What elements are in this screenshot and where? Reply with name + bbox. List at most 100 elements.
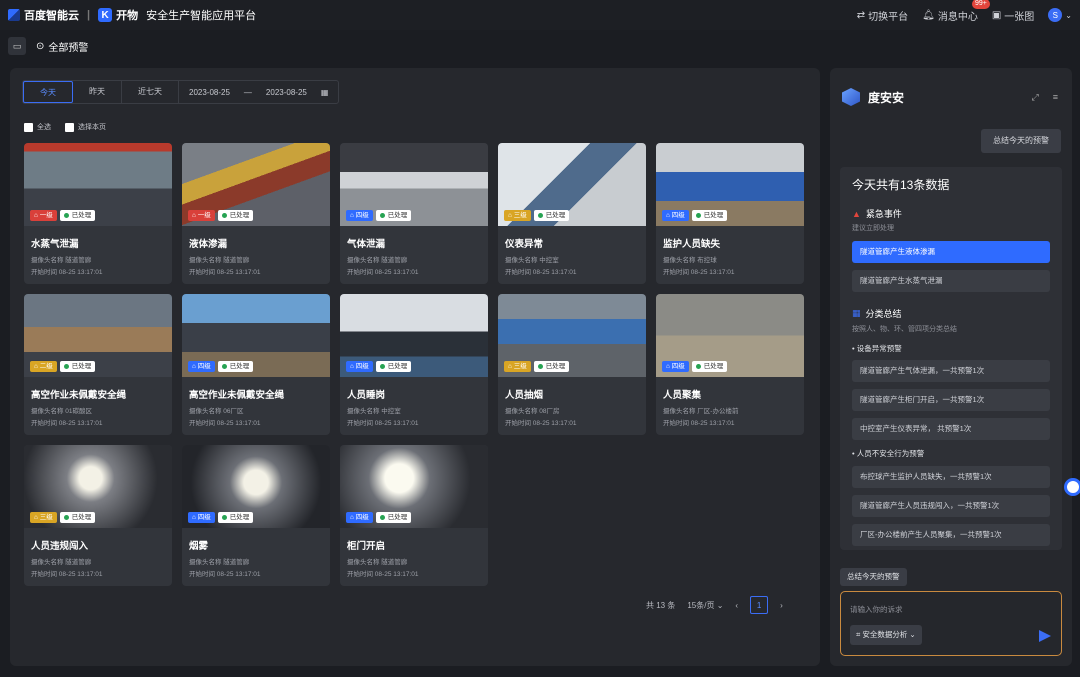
level-badge: ⌂ 四级 (188, 512, 215, 523)
home-icon: ⌂ (192, 363, 196, 370)
alert-card[interactable]: ⌂ 一级 已处理 水蒸气泄漏 摄像头名称 隧道管廊 开始时间 08-25 13:17:0… (24, 143, 172, 284)
alert-card[interactable]: ⌂ 四级 已处理 监护人员缺失 摄像头名称 布控球 开始时间 08-25 13:17:0… (656, 143, 804, 284)
prev-page-icon[interactable]: ‹ (735, 601, 738, 610)
category-title-text: 分类总结 (865, 309, 902, 319)
people-heading-text: 人员不安全行为预警 (856, 449, 925, 458)
summary-item[interactable]: 厂区-办公楼前产生人员聚集，一共预警1次 (852, 524, 1050, 546)
next-page-icon[interactable]: › (780, 601, 783, 610)
alert-snapshot[interactable]: ⌂ 四级 已处理 (340, 445, 488, 528)
assistant-panel: 度安安 ⤢ ≡ 总结今天的预警 今天共有13条数据 ▲ 紧急事件 建议立即处理 隧… (830, 68, 1072, 666)
alert-card[interactable]: ⌂ 四级 已处理 人员睡岗 摄像头名称 中控室 开始时间 08-25 13:17:01 (340, 294, 488, 435)
start-time: 开始时间 08-25 13:17:01 (31, 420, 103, 427)
alert-snapshot[interactable]: ⌂ 四级 已处理 (182, 294, 330, 377)
monitor-toggle-button[interactable]: ▭ (8, 37, 26, 55)
switch-platform-button[interactable]: ⇄ 切换平台 (857, 8, 908, 23)
urgent-item[interactable]: 隧道管廊产生水蒸气泄漏 (852, 270, 1050, 292)
checkbox-box-icon (65, 122, 74, 132)
status-badge: 已处理 (217, 361, 254, 372)
alert-snapshot[interactable]: ⌂ 四级 已处理 (340, 143, 488, 226)
message-center-button[interactable]: 🔔︎ 消息中心 99+ (922, 0, 990, 23)
summary-item[interactable]: 布控球产生监护人员缺失，一共预警1次 (852, 466, 1050, 488)
level-badge: ⌂ 四级 (346, 210, 373, 221)
chevron-down-icon: ⌄ (1065, 10, 1072, 20)
home-icon: ⌂ (350, 363, 354, 370)
alert-card[interactable]: ⌂ 四级 已处理 高空作业未佩戴安全绳 摄像头名称 06厂区 开始时间 08-25 13… (182, 294, 330, 435)
status-badge: 已处理 (217, 512, 254, 523)
status-badge: 已处理 (217, 210, 254, 221)
home-icon: ⌂ (192, 514, 196, 521)
floating-assistant-icon[interactable] (1064, 478, 1080, 496)
selection-controls: 全选 选择本页 (24, 122, 106, 132)
switch-icon: ⇄ (856, 9, 866, 21)
alert-snapshot[interactable]: ⌂ 三级 已处理 (24, 445, 172, 528)
tab-today[interactable]: 今天 (23, 81, 73, 103)
alert-card[interactable]: ⌂ 四级 已处理 人员聚集 摄像头名称 厂区-办公楼前 开始时间 08-25 13:17… (656, 294, 804, 435)
page-size-select[interactable]: 15条/页 ⌄ (687, 600, 723, 611)
alert-card[interactable]: ⌂ 二级 已处理高空作业未佩戴安全绳摄像头名称 01碳酸区开始时间 08-25 1… (24, 294, 172, 435)
alert-snapshot[interactable]: ⌂ 二级 已处理 (24, 294, 172, 377)
alert-card[interactable]: ⌂ 四级 已处理 柜门开启 摄像头名称 隧道管廊 开始时间 08-25 13:17:01 (340, 445, 488, 586)
status-badge: 已处理 (375, 512, 412, 523)
send-icon[interactable] (1039, 630, 1051, 642)
alert-card[interactable]: ⌂ 三级 已处理 仪表异常 摄像头名称 中控室 开始时间 08-25 13:17:01 (498, 143, 646, 284)
camera-name: 摄像头名称 隧道管廊 (347, 559, 408, 566)
alert-card[interactable]: ⌂ 三级 已处理 人员抽烟 摄像头名称 08厂房 开始时间 08-25 13:17:01 (498, 294, 646, 435)
date-separator: — (243, 87, 252, 97)
message-count-badge: 99+ (971, 0, 990, 9)
tab-last-seven-days[interactable]: 近七天 (122, 81, 179, 103)
alert-card[interactable]: ⌂ 三级 已处理 人员违规闯入 摄像头名称 隧道管廊 开始时间 08-25 13:17:… (24, 445, 172, 586)
menu-icon[interactable]: ≡ (1053, 92, 1058, 103)
mode-select-value: 安全数据分析 (862, 630, 908, 639)
start-time: 开始时间 08-25 13:17:01 (31, 269, 103, 276)
expand-icon[interactable]: ⤢ (1032, 92, 1039, 103)
alert-snapshot[interactable]: ⌂ 四级 已处理 (656, 143, 804, 226)
summary-item[interactable]: 隧道管廊产生柜门开启，一共预警1次 (852, 389, 1050, 411)
alert-title: 人员聚集 (663, 390, 702, 401)
overview-map-label: 一张图 (1004, 11, 1035, 23)
home-icon: ⌂ (666, 363, 670, 370)
alert-snapshot[interactable]: ⌂ 三级 已处理 (498, 294, 646, 377)
summary-item[interactable]: 中控室产生仪表异常， 共预警1次 (852, 418, 1050, 440)
checkbox-box-icon (24, 122, 33, 132)
select-page-checkbox[interactable]: 选择本页 (65, 122, 106, 132)
select-all-checkbox[interactable]: 全选 (24, 122, 51, 132)
category-section-subtitle: 按照人、物、环、管四项分类总结 (852, 326, 957, 333)
alert-snapshot[interactable]: ⌂ 三级 已处理 (498, 143, 646, 226)
alert-snapshot[interactable]: ⌂ 四级 已处理 (182, 445, 330, 528)
alert-title: 高空作业未佩戴安全绳 (31, 390, 127, 401)
level-badge: ⌂ 一级 (30, 210, 57, 221)
start-time: 开始时间 08-25 13:17:01 (189, 420, 261, 427)
date-range-picker[interactable]: 2023-08-25 — 2023-08-25 ▦ (179, 88, 338, 97)
overview-map-button[interactable]: ▣ 一张图 (992, 8, 1034, 23)
alert-snapshot[interactable]: ⌂ 四级 已处理 (656, 294, 804, 377)
response-headline: 今天共有13条数据 (852, 178, 950, 192)
urgent-item[interactable]: 隧道管廊产生液体渗漏 (852, 241, 1050, 263)
start-time: 开始时间 08-25 13:17:01 (189, 571, 261, 578)
summary-item[interactable]: 隧道管廊产生人员违规闯入，一共预警1次 (852, 495, 1050, 517)
suggestion-chip[interactable]: 总结今天的预警 (840, 568, 907, 586)
alert-title: 高空作业未佩戴安全绳 (189, 390, 285, 401)
urgent-title-text: 紧急事件 (865, 209, 902, 219)
alert-card[interactable]: ⌂ 一级 已处理 液体渗漏 摄像头名称 隧道管廊 开始时间 08-25 13:17:01 (182, 143, 330, 284)
alert-card[interactable]: ⌂ 四级 已处理 气体泄漏 摄像头名称 隧道管廊 开始时间 08-25 13:17:01 (340, 143, 488, 284)
alert-snapshot[interactable]: ⌂ 一级 已处理 (24, 143, 172, 226)
mode-select[interactable]: ⌗ 安全数据分析 ⌄ (850, 625, 922, 645)
start-time: 开始时间 08-25 13:17:01 (189, 269, 261, 276)
pagination: 共 13 条 15条/页 ⌄ ‹ 1 › (646, 596, 783, 614)
alert-snapshot[interactable]: ⌂ 四级 已处理 (340, 294, 488, 377)
alert-card[interactable]: ⌂ 四级 已处理 烟雾 摄像头名称 隧道管廊 开始时间 08-25 13:17:01 (182, 445, 330, 586)
brand-logo[interactable]: 百度智能云 | K 开物 安全生产智能应用平台 (8, 7, 256, 23)
user-menu[interactable]: S ⌄ (1048, 8, 1072, 22)
assistant-input[interactable]: 请输入你的诉求 ⌗ 安全数据分析 ⌄ (840, 591, 1062, 656)
page-number[interactable]: 1 (750, 596, 769, 614)
alert-snapshot[interactable]: ⌂ 一级 已处理 (182, 143, 330, 226)
summarize-today-button[interactable]: 总结今天的预警 (981, 129, 1061, 153)
alert-title: 人员违规闯入 (31, 541, 89, 552)
alert-card-grid: ⌂ 一级 已处理 水蒸气泄漏 摄像头名称 隧道管廊 开始时间 08-25 13:17:0… (24, 143, 804, 586)
chevron-down-icon: ⌄ (716, 600, 724, 610)
level-text: 一级 (197, 212, 211, 219)
camera-name: 摄像头名称 01碳酸区 (31, 408, 93, 415)
assistant-input-placeholder[interactable]: 请输入你的诉求 (850, 604, 903, 615)
summary-item[interactable]: 隧道管廊产生气体泄漏，一共预警1次 (852, 360, 1050, 382)
tab-yesterday[interactable]: 昨天 (73, 81, 122, 103)
